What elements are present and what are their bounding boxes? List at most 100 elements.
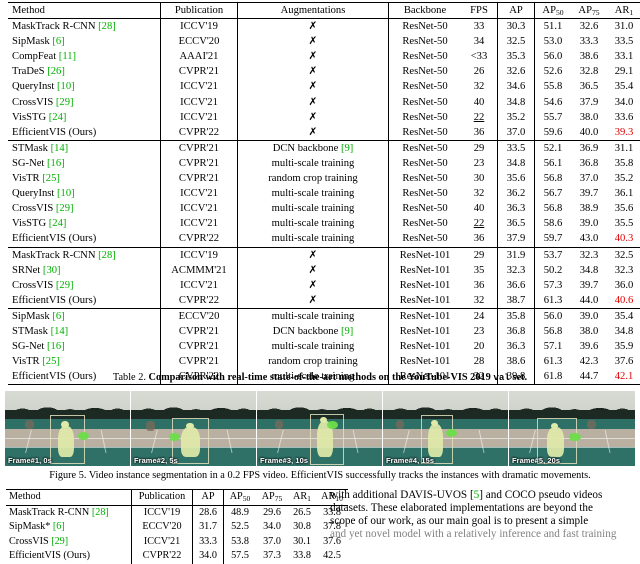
background-person: [274, 419, 284, 430]
cell-ap50: 55.8: [534, 79, 571, 95]
cell-ar1: 33.8: [293, 550, 311, 562]
citation-26: [26]: [47, 66, 65, 78]
cell-fps: 32: [461, 292, 498, 309]
cell-publication: CVPR'21: [160, 354, 238, 370]
cell-backbone: ResNet-50: [388, 18, 461, 35]
method-name: STMask: [12, 325, 48, 337]
cell-fps: 40: [473, 96, 485, 108]
segmented-racket-mask: [77, 431, 89, 440]
cell-backbone: ResNet-50: [388, 49, 461, 65]
cell-ap75: 38.0: [579, 111, 599, 123]
table-row: CrossVIS [29] ICCV'21 33.3 53.8 37.0 30.1 37.6: [6, 534, 348, 550]
table-row: SipMask [6] ECCV'20 multi-scale training Re…: [8, 308, 640, 324]
cell-publication: ICCV'21: [160, 186, 238, 202]
cell-ar1: 37.6: [614, 356, 634, 368]
cell-ap75: 37.0: [579, 173, 599, 185]
cell-ap75: 42.3: [579, 356, 599, 368]
text-line-1-b: ] and COCO pseudo videos: [479, 489, 603, 501]
cell-fps: 34: [473, 36, 485, 48]
no-augmentation-icon: ✗: [308, 111, 318, 123]
cell-publication: CVPR'21: [160, 339, 238, 355]
cell-augmentations: ✗: [237, 247, 389, 263]
segmented-player-head: [61, 421, 69, 428]
cell-ap75: 34.8: [579, 264, 599, 276]
cell-ap: 35.2: [497, 109, 535, 125]
cell-augmentations: random crop training: [237, 171, 389, 187]
cell-augmentations: DCN backbone [9]: [237, 323, 389, 340]
cell-augmentations: multi-scale training: [237, 201, 389, 217]
table-row: CrossVIS [29] ICCV'21 ✗ ResNet-101 36 36.6 57.…: [8, 277, 640, 293]
segmented-player-head: [319, 416, 327, 424]
citation-16: [16]: [47, 157, 65, 169]
no-augmentation-icon: ✗: [308, 21, 318, 33]
cell-publication: ICCV'19: [160, 247, 238, 263]
cell-augmentations: ✗: [237, 49, 389, 65]
cell-publication: ECCV'20: [160, 308, 238, 324]
text-line-4: and yet novel model with a relatively in…: [330, 527, 617, 540]
cell-publication: ICCV'21: [160, 201, 238, 217]
header-ap75: AP75: [571, 1, 607, 20]
cell-ar1: 29.1: [614, 66, 634, 78]
cell-backbone: ResNet-101: [388, 339, 461, 355]
cell-ap50: 56.8: [534, 201, 571, 217]
cell-publication: CVPR'21: [160, 171, 238, 187]
no-augmentation-icon: ✗: [308, 294, 318, 306]
cell-publication: ECCV'20: [131, 520, 193, 535]
table-row: QueryInst [10] ICCV'21 multi-scale trainin…: [8, 186, 640, 202]
cell-augmentations: multi-scale training: [237, 231, 389, 248]
citation-24: [24]: [48, 111, 67, 123]
table-row: EfficientVIS (Ours) CVPR'22 ✗ ResNet-101 32 3…: [8, 292, 640, 309]
table2-caption: Table 2. Comparison with real-time state…: [0, 372, 640, 383]
method-name: CompFeat: [12, 51, 57, 63]
cell-ar1: 35.5: [614, 218, 634, 230]
cell-ap75: 39.7: [579, 279, 599, 291]
cell-ap75: 40.0: [571, 124, 607, 141]
cell-ar1: 32.5: [614, 249, 634, 261]
cell-fps: 22: [473, 218, 485, 230]
cell-ap: 35.8: [497, 308, 535, 324]
cell-publication: ICCV'21: [131, 534, 193, 550]
cell-method: SG-Net [16]: [8, 339, 161, 354]
cell-method: EfficientVIS (Ours): [8, 231, 161, 248]
cell-ap50: 53.8: [223, 534, 256, 550]
table-row: EfficientVIS (Ours) CVPR'22 multi-scale tr…: [8, 231, 640, 248]
no-augmentation-icon: ✗: [308, 279, 318, 291]
cell-publication: CVPR'21: [160, 323, 238, 340]
text-line-3: scope of our work, as our main goal is t…: [330, 514, 589, 527]
method-name: SRNet: [12, 264, 41, 276]
header-ap50: AP50: [223, 489, 256, 506]
citation-29: [29]: [55, 279, 74, 291]
citation-10: [10]: [57, 188, 75, 200]
cell-method: TraDeS [26]: [8, 64, 161, 79]
cell-fps: 36: [473, 279, 485, 291]
table-row: MaskTrack R-CNN [28] ICCV'19 ✗ ResNet-101 29…: [8, 247, 640, 263]
cell-backbone: ResNet-50: [388, 201, 461, 217]
citation-25: [25]: [42, 356, 60, 368]
cell-ap75: 37.0: [263, 535, 281, 547]
method-name: QueryInst: [12, 188, 55, 200]
cell-augmentations: ✗: [237, 79, 389, 95]
cell-publication: ICCV'21: [160, 216, 238, 232]
cell-ap: 30.3: [497, 18, 535, 35]
table-row: CrossVIS [29] ICCV'21 multi-scale training…: [8, 201, 640, 217]
caption-bold: Comparison with real-time state-of-the-a…: [148, 372, 491, 383]
no-augmentation-icon: ✗: [308, 51, 318, 63]
cell-ap75: 36.5: [579, 81, 599, 93]
cell-ap: 32.3: [497, 262, 535, 278]
no-augmentation-icon: ✗: [308, 81, 318, 93]
header-ap50: AP50: [534, 1, 571, 20]
cell-fps: 23: [473, 325, 485, 337]
cell-ap: 31.7: [192, 520, 224, 535]
cell-augmentations: ✗: [237, 94, 389, 110]
cell-ar1: 26.5: [293, 506, 311, 518]
cell-method: QueryInst [10]: [8, 79, 161, 94]
video-frame: Frame#1, 0s: [5, 391, 131, 466]
header-backbone: Backbone: [388, 1, 461, 20]
cell-ap50: 56.1: [534, 155, 571, 172]
method-name: CrossVIS: [12, 96, 54, 108]
table-row: SG-Net [16] CVPR'21 multi-scale training Re…: [8, 155, 640, 172]
cell-ap75: 39.0: [579, 218, 599, 230]
cell-ap50: 56.8: [534, 323, 571, 340]
table3-container: Method Publication AP AP50 AP75 AR1 AR10 MaskTr…: [6, 489, 348, 564]
citation-30: [30]: [42, 264, 61, 276]
